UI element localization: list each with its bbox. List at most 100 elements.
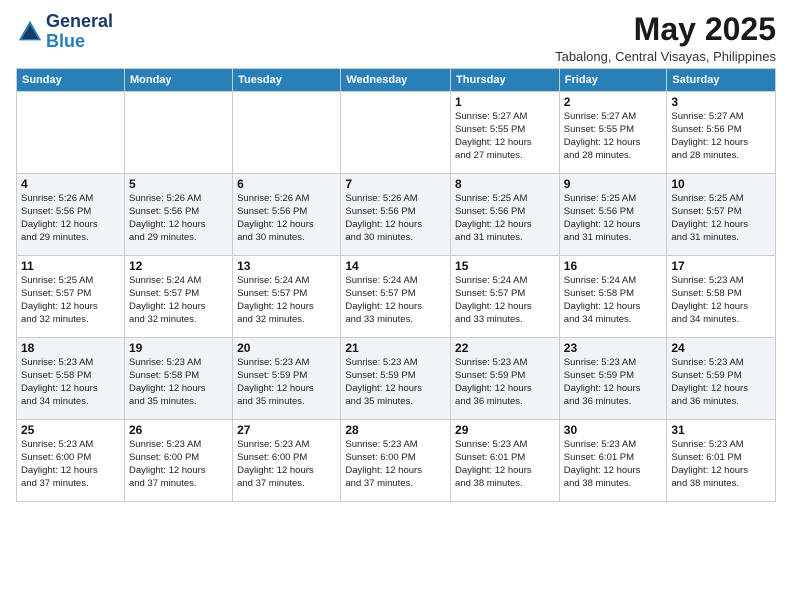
table-row: 6 Sunrise: 5:26 AM Sunset: 5:56 PM Daylig… (233, 174, 341, 256)
table-row (233, 92, 341, 174)
day-info: Sunrise: 5:25 AM Sunset: 5:56 PM Dayligh… (564, 193, 663, 244)
table-row: 28 Sunrise: 5:23 AM Sunset: 6:00 PM Dayli… (341, 420, 451, 502)
table-row: 17 Sunrise: 5:23 AM Sunset: 5:58 PM Dayli… (667, 256, 776, 338)
day-info: Sunrise: 5:27 AM Sunset: 5:55 PM Dayligh… (564, 111, 663, 162)
day-number: 17 (671, 259, 771, 273)
day-number: 13 (237, 259, 336, 273)
table-row: 13 Sunrise: 5:24 AM Sunset: 5:57 PM Dayli… (233, 256, 341, 338)
day-number: 1 (455, 95, 555, 109)
day-number: 18 (21, 341, 120, 355)
table-row: 1 Sunrise: 5:27 AM Sunset: 5:55 PM Daylig… (451, 92, 560, 174)
day-number: 28 (345, 423, 446, 437)
logo-blue: Blue (46, 31, 85, 51)
table-row (341, 92, 451, 174)
day-info: Sunrise: 5:23 AM Sunset: 6:01 PM Dayligh… (455, 439, 555, 490)
day-info: Sunrise: 5:23 AM Sunset: 5:58 PM Dayligh… (129, 357, 228, 408)
day-number: 20 (237, 341, 336, 355)
logo-general: General (46, 11, 113, 31)
day-info: Sunrise: 5:24 AM Sunset: 5:57 PM Dayligh… (345, 275, 446, 326)
table-row: 25 Sunrise: 5:23 AM Sunset: 6:00 PM Dayli… (17, 420, 125, 502)
page-container: General Blue May 2025 Tabalong, Central … (0, 0, 792, 510)
location-subtitle: Tabalong, Central Visayas, Philippines (555, 49, 776, 64)
table-row: 29 Sunrise: 5:23 AM Sunset: 6:01 PM Dayli… (451, 420, 560, 502)
day-info: Sunrise: 5:23 AM Sunset: 6:01 PM Dayligh… (671, 439, 771, 490)
table-row: 27 Sunrise: 5:23 AM Sunset: 6:00 PM Dayli… (233, 420, 341, 502)
logo-icon (16, 18, 44, 46)
day-info: Sunrise: 5:24 AM Sunset: 5:57 PM Dayligh… (455, 275, 555, 326)
calendar-week-3: 11 Sunrise: 5:25 AM Sunset: 5:57 PM Dayli… (17, 256, 776, 338)
day-number: 16 (564, 259, 663, 273)
header: General Blue May 2025 Tabalong, Central … (16, 12, 776, 64)
day-info: Sunrise: 5:24 AM Sunset: 5:57 PM Dayligh… (129, 275, 228, 326)
day-info: Sunrise: 5:25 AM Sunset: 5:57 PM Dayligh… (21, 275, 120, 326)
day-number: 29 (455, 423, 555, 437)
logo-text: General Blue (46, 12, 113, 52)
table-row: 19 Sunrise: 5:23 AM Sunset: 5:58 PM Dayli… (124, 338, 232, 420)
day-info: Sunrise: 5:24 AM Sunset: 5:58 PM Dayligh… (564, 275, 663, 326)
day-number: 25 (21, 423, 120, 437)
calendar-week-4: 18 Sunrise: 5:23 AM Sunset: 5:58 PM Dayli… (17, 338, 776, 420)
day-info: Sunrise: 5:23 AM Sunset: 6:00 PM Dayligh… (345, 439, 446, 490)
table-row: 12 Sunrise: 5:24 AM Sunset: 5:57 PM Dayli… (124, 256, 232, 338)
logo: General Blue (16, 12, 113, 52)
table-row: 21Sunrise: 5:23 AM Sunset: 5:59 PM Dayli… (341, 338, 451, 420)
day-number: 4 (21, 177, 120, 191)
day-info: Sunrise: 5:26 AM Sunset: 5:56 PM Dayligh… (21, 193, 120, 244)
day-info: Sunrise: 5:23 AM Sunset: 5:59 PM Dayligh… (345, 357, 446, 408)
day-number: 12 (129, 259, 228, 273)
day-info: Sunrise: 5:23 AM Sunset: 6:00 PM Dayligh… (21, 439, 120, 490)
day-number: 30 (564, 423, 663, 437)
table-row (17, 92, 125, 174)
col-tuesday: Tuesday (233, 69, 341, 92)
day-number: 9 (564, 177, 663, 191)
table-row: 2 Sunrise: 5:27 AM Sunset: 5:55 PM Daylig… (559, 92, 667, 174)
day-info: Sunrise: 5:25 AM Sunset: 5:57 PM Dayligh… (671, 193, 771, 244)
table-row: 8 Sunrise: 5:25 AM Sunset: 5:56 PM Daylig… (451, 174, 560, 256)
day-number: 14 (345, 259, 446, 273)
day-number: 27 (237, 423, 336, 437)
day-info: Sunrise: 5:26 AM Sunset: 5:56 PM Dayligh… (237, 193, 336, 244)
table-row: 4 Sunrise: 5:26 AM Sunset: 5:56 PM Daylig… (17, 174, 125, 256)
table-row: 16 Sunrise: 5:24 AM Sunset: 5:58 PM Dayli… (559, 256, 667, 338)
table-row: 9 Sunrise: 5:25 AM Sunset: 5:56 PM Daylig… (559, 174, 667, 256)
table-row: 31 Sunrise: 5:23 AM Sunset: 6:01 PM Dayli… (667, 420, 776, 502)
table-row: 10 Sunrise: 5:25 AM Sunset: 5:57 PM Dayli… (667, 174, 776, 256)
day-number: 11 (21, 259, 120, 273)
table-row: 7 Sunrise: 5:26 AM Sunset: 5:56 PM Daylig… (341, 174, 451, 256)
day-number: 6 (237, 177, 336, 191)
col-monday: Monday (124, 69, 232, 92)
table-row: 3Sunrise: 5:27 AM Sunset: 5:56 PM Daylig… (667, 92, 776, 174)
day-number: 7 (345, 177, 446, 191)
day-number: 22 (455, 341, 555, 355)
table-row: 23Sunrise: 5:23 AM Sunset: 5:59 PM Dayli… (559, 338, 667, 420)
day-info: Sunrise: 5:26 AM Sunset: 5:56 PM Dayligh… (345, 193, 446, 244)
calendar-week-1: 1 Sunrise: 5:27 AM Sunset: 5:55 PM Daylig… (17, 92, 776, 174)
day-number: 10 (671, 177, 771, 191)
title-block: May 2025 Tabalong, Central Visayas, Phil… (555, 12, 776, 64)
day-info: Sunrise: 5:23 AM Sunset: 5:58 PM Dayligh… (21, 357, 120, 408)
day-number: 15 (455, 259, 555, 273)
table-row: 26Sunrise: 5:23 AM Sunset: 6:00 PM Dayli… (124, 420, 232, 502)
day-info: Sunrise: 5:25 AM Sunset: 5:56 PM Dayligh… (455, 193, 555, 244)
day-number: 31 (671, 423, 771, 437)
table-row: 14 Sunrise: 5:24 AM Sunset: 5:57 PM Dayli… (341, 256, 451, 338)
day-info: Sunrise: 5:23 AM Sunset: 5:59 PM Dayligh… (671, 357, 771, 408)
day-info: Sunrise: 5:23 AM Sunset: 6:00 PM Dayligh… (237, 439, 336, 490)
col-thursday: Thursday (451, 69, 560, 92)
col-wednesday: Wednesday (341, 69, 451, 92)
day-info: Sunrise: 5:23 AM Sunset: 5:58 PM Dayligh… (671, 275, 771, 326)
day-number: 26 (129, 423, 228, 437)
day-info: Sunrise: 5:27 AM Sunset: 5:55 PM Dayligh… (455, 111, 555, 162)
calendar-header-row: Sunday Monday Tuesday Wednesday Thursday… (17, 69, 776, 92)
day-number: 8 (455, 177, 555, 191)
day-number: 19 (129, 341, 228, 355)
col-friday: Friday (559, 69, 667, 92)
col-sunday: Sunday (17, 69, 125, 92)
day-info: Sunrise: 5:24 AM Sunset: 5:57 PM Dayligh… (237, 275, 336, 326)
calendar-table: Sunday Monday Tuesday Wednesday Thursday… (16, 68, 776, 502)
table-row: 15 Sunrise: 5:24 AM Sunset: 5:57 PM Dayli… (451, 256, 560, 338)
calendar-week-5: 25 Sunrise: 5:23 AM Sunset: 6:00 PM Dayli… (17, 420, 776, 502)
day-number: 23 (564, 341, 663, 355)
day-number: 2 (564, 95, 663, 109)
day-info: Sunrise: 5:26 AM Sunset: 5:56 PM Dayligh… (129, 193, 228, 244)
